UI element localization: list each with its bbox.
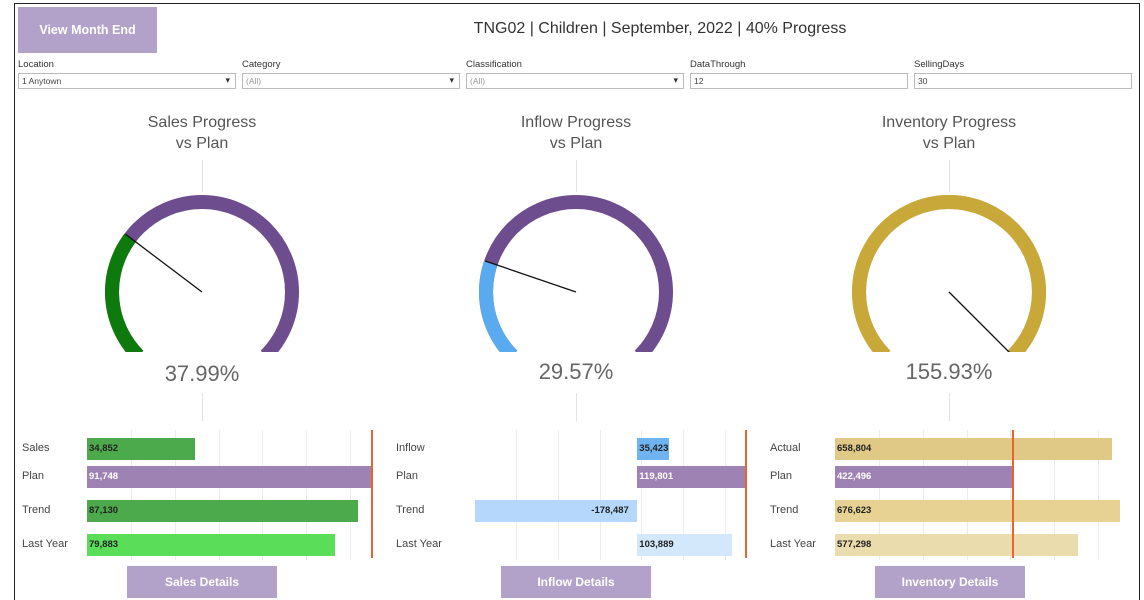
grid-line [599,430,601,560]
location-dropdown[interactable]: 1 Anytown [18,73,236,89]
sales-gauge-needle [124,233,203,293]
sellingdays-value: 30 [918,76,928,86]
reference-line [745,430,747,558]
inventory-gauge-needle [948,291,1010,352]
category-value: (All) [246,76,262,86]
inflow-percent: 29.57% [538,359,614,384]
inventory-gauge-tick [949,160,950,192]
bar-label: Inflow [396,442,425,454]
reference-line [371,430,373,558]
bar[interactable] [87,534,336,556]
bar-value: 79,883 [89,539,119,550]
filter-classification-label: Classification [466,59,522,70]
grid-line [350,430,352,560]
sales-gauge-title-line2: vs Plan [175,135,229,152]
filter-category: Category (All) [242,59,460,89]
category-dropdown[interactable]: (All) [242,73,460,89]
sales-percent-tick [202,393,203,421]
bar[interactable] [835,534,1079,556]
filter-datathrough: DataThrough 12 [690,59,908,89]
sales-details-button[interactable]: Sales Details [127,566,277,598]
bar-label: Plan [396,470,419,482]
inventory-details-button[interactable]: Inventory Details [875,566,1025,598]
sales-percent: 37.99% [164,361,240,386]
filter-sellingdays: SellingDays 30 [914,59,1132,89]
filter-category-label: Category [242,59,281,70]
bar-label: Last Year [770,538,816,550]
bar-label: Last Year [396,538,442,550]
sellingdays-input[interactable]: 30 [914,73,1132,89]
sales-gauge-title: Sales Progress vs Plan [52,112,352,154]
inflow-details-button[interactable]: Inflow Details [501,566,651,598]
bar-value: 676,623 [837,505,872,516]
filter-sellingdays-label: SellingDays [914,59,965,70]
inflow-gauge [479,195,673,352]
inventory-bar-chart: Actual 658,804 Plan 422,496 Trend 676,623 Last… [768,430,1124,562]
inflow-gauge-tick [576,160,577,192]
inflow-bar-chart: Inflow 35,423 Plan 119,801 Trend -178,487 Last… [394,430,750,562]
inflow-gauge-fill [479,260,518,352]
sales-gauge-fill [105,233,144,352]
classification-dropdown[interactable]: (All) [466,73,684,89]
bar-value: 577,298 [837,539,872,550]
inventory-gauge-title: Inventory Progress vs Plan [799,112,1099,154]
reference-line [1011,430,1014,558]
bar-label: Trend [770,504,799,516]
bar-value: 87,130 [89,505,119,516]
bar-value: 91,748 [89,471,119,482]
inflow-gauge-needle [484,260,577,293]
inflow-gauge-title: Inflow Progress vs Plan [426,112,726,154]
bar[interactable] [835,500,1120,522]
grid-line [557,430,559,560]
inventory-gauge-fill [852,195,1046,352]
sales-gauge-track [105,195,299,352]
bar-label: Actual [770,442,801,454]
inventory-percent-tick [949,393,950,421]
filter-location: Location 1 Anytown [18,59,236,89]
inflow-gauge-track [479,195,673,352]
inflow-gauge-title-line2: vs Plan [549,135,603,152]
filter-classification: Classification (All) [466,59,684,89]
sales-gauge-title-line1: Sales Progress [147,114,257,131]
bar-label: Trend [22,504,51,516]
bar-value: 103,889 [639,539,674,550]
bar-label: Plan [22,470,45,482]
filter-location-label: Location [18,59,54,70]
bar-value: 422,496 [837,471,872,482]
bar-value: 119,801 [639,471,674,482]
inflow-gauge-title-line1: Inflow Progress [520,114,632,131]
inventory-percent: 155.93% [905,359,993,384]
bar-label: Last Year [22,538,68,550]
bar-value: 658,804 [837,443,872,454]
grid-line [515,430,517,560]
inflow-percent-tick [576,393,577,421]
bar[interactable] [87,500,358,522]
view-month-end-button[interactable]: View Month End [18,7,157,53]
bar-value: 34,852 [89,443,119,454]
bar[interactable] [87,466,372,488]
sales-gauge-tick [202,160,203,192]
sales-bar-chart: Sales 34,852 Plan 91,748 Trend 87,130 Last Yea… [20,430,376,562]
bar-value: 35,423 [639,443,669,454]
sales-gauge [105,195,299,352]
datathrough-value: 12 [694,76,704,86]
bar-value: -178,487 [591,505,629,516]
location-value: 1 Anytown [22,76,62,86]
bar-label: Sales [22,442,50,454]
inventory-gauge-title-line2: vs Plan [922,135,976,152]
filter-datathrough-label: DataThrough [690,59,746,70]
bar-label: Plan [770,470,793,482]
classification-value: (All) [470,76,486,86]
bar[interactable] [835,438,1113,460]
inventory-gauge-title-line1: Inventory Progress [881,114,1017,131]
inventory-gauge [852,195,1046,352]
dashboard-title: TNG02 | Children | September, 2022 | 40%… [473,20,847,37]
bar-label: Trend [396,504,425,516]
datathrough-input[interactable]: 12 [690,73,908,89]
